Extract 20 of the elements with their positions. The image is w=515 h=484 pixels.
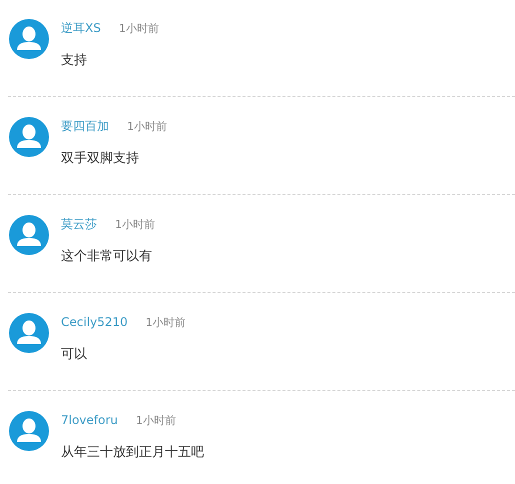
- username-link[interactable]: Cecily5210: [61, 315, 128, 329]
- avatar-icon: [9, 215, 49, 255]
- comment-text: 双手双脚支持: [61, 150, 140, 167]
- comment-time: 1小时前: [118, 20, 159, 36]
- comment-time: 1小时前: [146, 314, 186, 330]
- comment-text: 可以: [61, 346, 88, 363]
- comment-time: 1小时前: [136, 412, 176, 428]
- username-link[interactable]: 逆耳XS: [61, 20, 101, 36]
- comment-text: 从年三十放到正月十五吧: [61, 444, 204, 461]
- avatar-icon: [9, 411, 49, 451]
- avatar-icon: [9, 19, 49, 59]
- comment-text: 支持: [61, 52, 88, 69]
- comment-time: 1小时前: [115, 216, 155, 232]
- username-link[interactable]: 莫云莎: [61, 216, 97, 232]
- username-link[interactable]: 7loveforu: [61, 413, 118, 427]
- comment-text: 这个非常可以有: [61, 248, 153, 265]
- comment-time: 1小时前: [127, 118, 167, 134]
- avatar-icon: [9, 313, 49, 353]
- username-link[interactable]: 要四百加: [61, 118, 109, 134]
- avatar-icon: [9, 117, 49, 157]
